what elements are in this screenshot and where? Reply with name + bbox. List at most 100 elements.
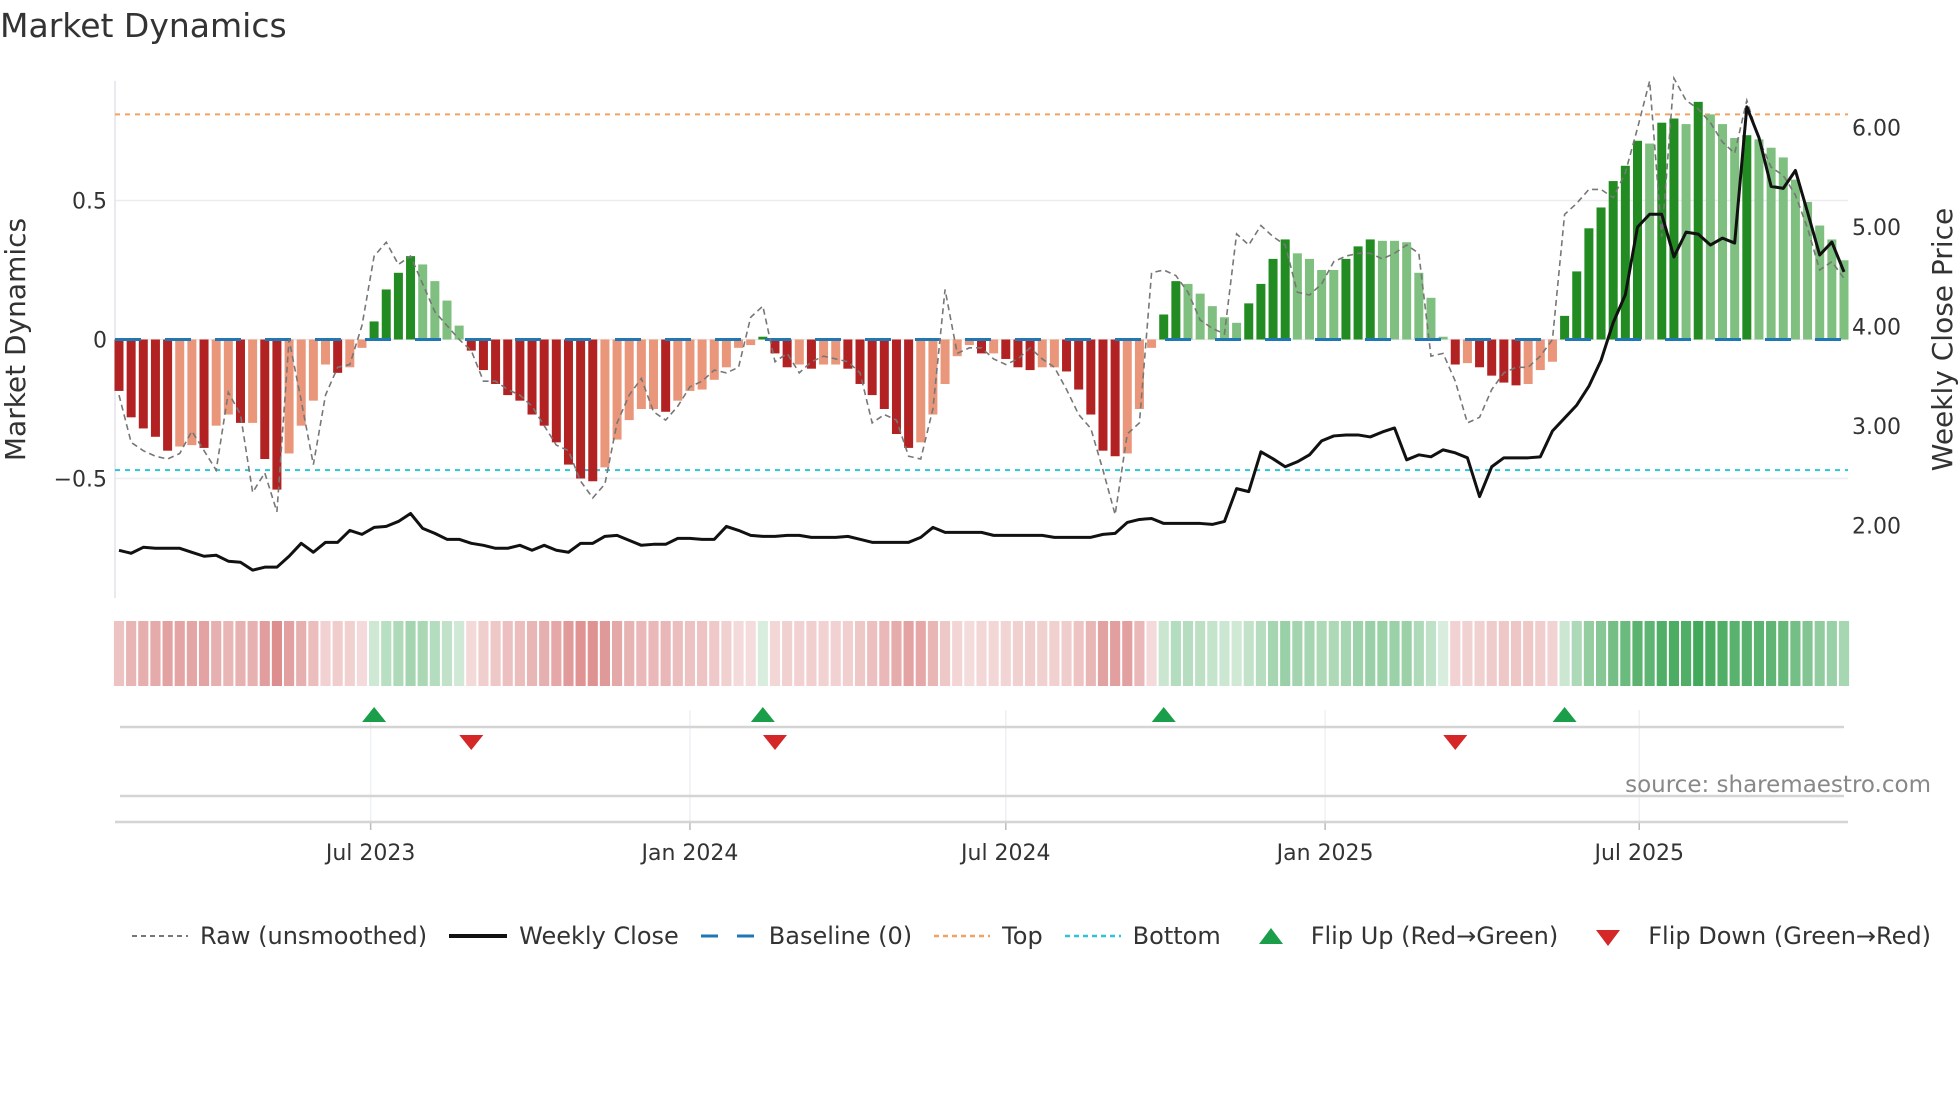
heatmap-cell [283, 621, 295, 686]
bar [1025, 339, 1035, 371]
heatmap-cell [757, 621, 768, 686]
legend-item-flip-up: Flip Up (Red→Green) [1243, 922, 1559, 950]
bar [1159, 314, 1169, 340]
heatmap-cell [271, 621, 282, 686]
y-tick-right: 4.00 [1852, 316, 1901, 341]
bar [1037, 339, 1047, 368]
bar [952, 339, 962, 357]
bar [491, 339, 501, 384]
heatmap-cell [1389, 621, 1400, 686]
heatmap-cell [1778, 621, 1789, 686]
bar [1511, 339, 1521, 386]
bar [624, 339, 634, 421]
bar [612, 339, 622, 440]
bar [916, 339, 926, 443]
y-tick-right: 5.00 [1852, 216, 1901, 241]
legend-label: Baseline (0) [768, 922, 913, 950]
bar [126, 339, 136, 418]
heatmap-cell [1523, 621, 1534, 686]
heatmap-cell [782, 621, 793, 686]
heatmap-cell [1705, 621, 1716, 686]
heatmap-cell [356, 621, 368, 686]
bar [1317, 270, 1327, 340]
heatmap-cell [976, 621, 987, 686]
heatmap-cell [1000, 621, 1011, 686]
bar [1292, 253, 1302, 340]
bar [709, 339, 719, 380]
bar [1304, 258, 1314, 340]
heatmap-cell [1231, 621, 1242, 686]
bar [1122, 339, 1132, 454]
legend-label: Flip Up (Red→Green) [1310, 922, 1559, 950]
heatmap-cell [599, 621, 610, 686]
heatmap-cell [150, 621, 161, 686]
legend-item-baseline: Baseline (0) [700, 922, 913, 950]
baseline-legend-icon [700, 930, 769, 942]
legend-label: Bottom [1132, 922, 1221, 950]
heatmap-cell [648, 621, 659, 686]
x-tick-label: Jul 2024 [959, 841, 1051, 866]
heatmap-cell [551, 621, 562, 686]
heatmap-cell [1012, 621, 1024, 686]
heatmap-cell [138, 621, 149, 686]
heatmap-cell [1134, 621, 1145, 686]
heatmap-cell [1583, 621, 1594, 686]
heatmap-cell [369, 621, 380, 686]
bar [1390, 240, 1400, 340]
heatmap-cell [575, 621, 586, 686]
y-tick-right: 3.00 [1852, 415, 1901, 440]
heatmap-cell [915, 621, 926, 686]
bar [478, 339, 488, 371]
heatmap-cell [1608, 621, 1619, 686]
bar [381, 289, 391, 340]
top-legend-icon [934, 930, 1002, 942]
bar [1754, 139, 1764, 340]
bar [855, 339, 865, 384]
heatmap-cell [1425, 621, 1437, 686]
bar [393, 272, 403, 340]
heatmap-cell [1243, 621, 1254, 686]
bar [1219, 317, 1229, 340]
bottom-legend-icon [1064, 930, 1133, 942]
heatmap-cell [211, 621, 222, 686]
heatmap-cell [1158, 621, 1169, 686]
heatmap-cell [1340, 621, 1352, 686]
heatmap-cell [490, 621, 501, 686]
heatmap-cell [1559, 621, 1570, 686]
heatmap-cell [842, 621, 853, 686]
heatmap-cell [441, 621, 453, 686]
bar [1462, 339, 1472, 364]
bar [1195, 293, 1205, 340]
bar [1475, 339, 1485, 368]
bar [1244, 303, 1254, 340]
heatmap-cell [1182, 621, 1194, 686]
heatmap-cell [1656, 621, 1667, 686]
heatmap-cell [247, 621, 258, 686]
heatmap-cell [1450, 621, 1461, 686]
heatmap-cell [1377, 621, 1388, 686]
heatmap-cell [126, 621, 137, 686]
heatmap-cell [502, 621, 513, 686]
flip-up-marker [1151, 707, 1176, 722]
heatmap-cell [1802, 621, 1813, 686]
bar [1523, 339, 1533, 384]
bar [1074, 339, 1084, 390]
heatmap-cell [794, 621, 805, 686]
heatmap-cell [854, 621, 866, 686]
heatmap-cell [1498, 621, 1509, 686]
heatmap-cell [296, 621, 307, 686]
x-tick-label: Jan 2025 [1275, 841, 1374, 866]
bar [1572, 271, 1582, 340]
heatmap-cell [1122, 621, 1133, 686]
heatmap-cell [405, 621, 416, 686]
legend-label: Top [1002, 922, 1043, 950]
bar [1232, 322, 1242, 340]
heatmap-cell [891, 621, 902, 686]
heatmap-cell [1547, 621, 1558, 686]
heatmap-cell [684, 621, 696, 686]
heatmap-cell [1255, 621, 1266, 686]
bar [551, 339, 561, 443]
bar [685, 339, 695, 391]
heatmap-cell [1438, 621, 1449, 686]
bar [1705, 114, 1715, 340]
